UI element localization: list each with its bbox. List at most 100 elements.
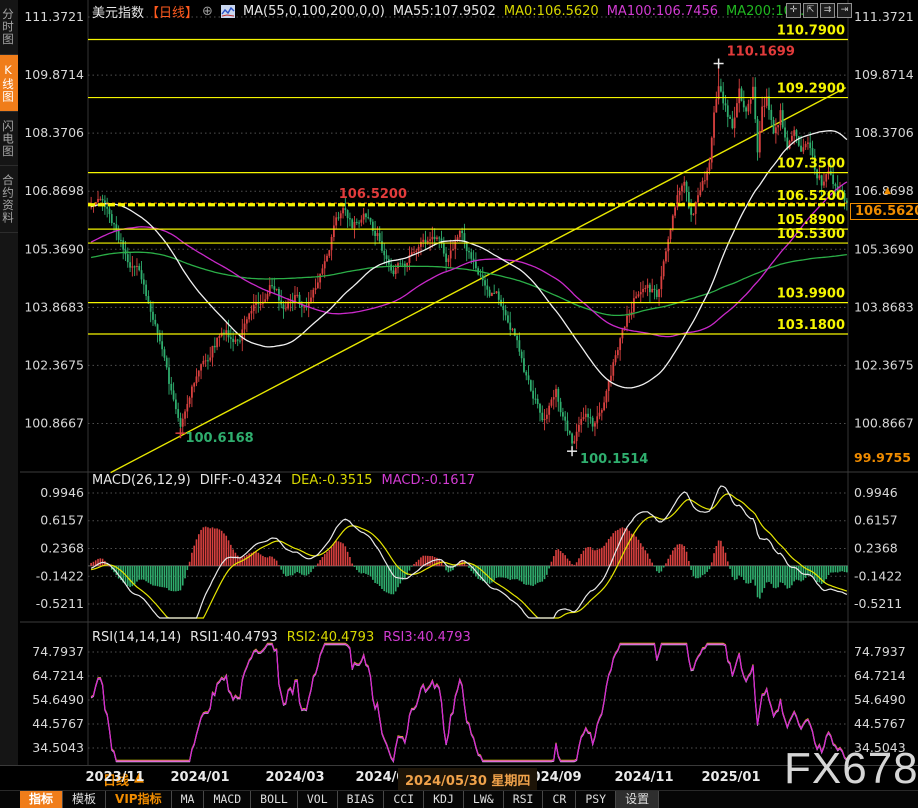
axis-tick-label: 109.8714: [854, 67, 914, 82]
right-axis-labels: 111.3721109.8714108.3706106.8698105.3690…: [854, 9, 914, 465]
axis-tick-label: 54.6490: [32, 692, 84, 707]
diff-line: [91, 486, 847, 618]
rsi3-line: [91, 644, 847, 761]
sidebar-item-flash[interactable]: 闪电图: [0, 112, 18, 167]
toolbar-item-rsi[interactable]: RSI: [504, 791, 544, 808]
toolbar-item-vol[interactable]: VOL: [298, 791, 338, 808]
macd-dea-readout: DEA:-0.3515: [291, 473, 372, 488]
axis-tick-label: 64.7214: [32, 668, 84, 683]
toolbar-item-cci[interactable]: CCI: [384, 791, 424, 808]
ma100-readout: MA100:106.7456: [607, 4, 718, 19]
rsi3-series: [91, 644, 847, 761]
sidebar-item-contract-info[interactable]: 合约资料: [0, 166, 18, 233]
chart-style-icon[interactable]: [221, 5, 235, 18]
toolbar-item-boll[interactable]: BOLL: [251, 791, 298, 808]
left-axis-labels: 111.3721109.8714108.3706106.8698105.3690…: [24, 9, 84, 431]
macd-pane-header: MACD(26,12,9) DIFF:-0.4324 DEA:-0.3515 M…: [92, 473, 475, 488]
date-label: 2024/03: [265, 770, 324, 785]
rsi-params-label: RSI(14,14,14): [92, 630, 181, 645]
axis-tick-label: 103.8683: [24, 299, 84, 314]
level-label: 109.2900: [777, 82, 845, 97]
axis-tick-label: 0.9946: [854, 485, 898, 500]
price-levels: 110.7900109.2900107.3500106.5200105.8900…: [88, 24, 848, 334]
chart-tool-icons: ✛ ⇱ ⇉ ⇥: [786, 3, 852, 18]
sidebar-item-kline[interactable]: K线图: [0, 55, 18, 112]
level-label: 105.8900: [777, 213, 845, 228]
axis-scale-right-icon[interactable]: ⇉: [820, 3, 835, 18]
axis-tick-label: 111.3721: [24, 9, 84, 24]
axis-scale-left-icon[interactable]: ⇱: [803, 3, 818, 18]
sidebar-item-timeline[interactable]: 分时图: [0, 0, 18, 55]
add-indicator-icon[interactable]: ⊕: [202, 4, 213, 19]
toolbar-item-cr[interactable]: CR: [543, 791, 576, 808]
toolbar-item-kdj[interactable]: KDJ: [424, 791, 464, 808]
toolbar-item-ma[interactable]: MA: [172, 791, 205, 808]
axis-tick-label: -0.5211: [36, 596, 84, 611]
ma55-readout: MA55:107.9502: [393, 4, 496, 19]
level-label: 103.9900: [777, 287, 845, 302]
rsi2-readout: RSI2:40.4793: [287, 630, 375, 645]
axis-tick-label: 102.3675: [24, 357, 84, 372]
axis-tick-label: 100.8667: [854, 416, 914, 431]
axis-tick-label: 111.3721: [854, 9, 914, 24]
axis-tick-label: 0.2368: [40, 541, 84, 556]
axis-tick-label: 108.3706: [854, 125, 914, 140]
macd-diff-readout: DIFF:-0.4324: [200, 473, 282, 488]
axis-tick-label: 0.2368: [854, 541, 898, 556]
date-label: 2024/01: [170, 770, 229, 785]
chart-canvas[interactable]: 111.3721109.8714108.3706106.8698105.3690…: [0, 0, 918, 765]
date-label: 2024/11: [614, 770, 673, 785]
toolbar-item-lwr[interactable]: LW&: [464, 791, 504, 808]
trendline: [111, 88, 846, 473]
price-annotation: 110.1699: [727, 45, 795, 60]
annotations: 110.1699106.5200100.6168100.1514: [175, 45, 794, 468]
period-tag[interactable]: 【日线】: [146, 2, 198, 21]
crosshair-icon[interactable]: ✛: [786, 3, 801, 18]
chart-header: 美元指数 【日线】 ⊕ MA(55,0,100,200,0,0) MA55:10…: [92, 2, 813, 21]
axis-tick-label: 0.6157: [854, 513, 898, 528]
crosshair-date-tooltip: 2024/05/30 星期四: [398, 768, 537, 791]
axis-tick-label: -0.1422: [854, 568, 902, 583]
axis-shift-icon[interactable]: ⇥: [837, 3, 852, 18]
last-price-badge: 106.5620: [850, 203, 918, 220]
rsi-pane-header: RSI(14,14,14) RSI1:40.4793 RSI2:40.4793 …: [92, 630, 471, 645]
view-sidebar: 分时图 K线图 闪电图 合约资料: [0, 0, 18, 765]
price-annotation: 100.6168: [185, 431, 253, 446]
ma-params-label: MA(55,0,100,200,0,0): [243, 4, 385, 19]
level-label: 103.1800: [777, 318, 845, 333]
level-label: 105.5300: [777, 227, 845, 242]
axis-tick-label: -0.1422: [36, 568, 84, 583]
ma55-series: [91, 131, 847, 388]
toolbar-item-templates[interactable]: 模板: [63, 791, 106, 808]
level-label: 106.5200: [777, 189, 845, 204]
rsi1-series: [91, 645, 847, 762]
price-up-marker: ▲: [884, 187, 891, 196]
diff-series: [91, 486, 847, 618]
main-grid: [88, 17, 848, 424]
axis-tick-label: 108.3706: [24, 125, 84, 140]
axis-tick-label: 109.8714: [24, 67, 84, 82]
fx678-watermark: FX678: [784, 744, 918, 794]
level-label: 107.3500: [777, 157, 845, 172]
axis-tick-label: 54.6490: [854, 692, 906, 707]
axis-tick-label: 74.7937: [32, 644, 84, 659]
axis-tick-label: 34.5043: [32, 740, 84, 755]
symbol-title: 美元指数: [92, 2, 144, 21]
toolbar-item-bias[interactable]: BIAS: [338, 791, 385, 808]
axis-tick-label: 74.7937: [854, 644, 906, 659]
toolbar-item-psy[interactable]: PSY: [576, 791, 616, 808]
axis-tick-label: 44.5767: [32, 716, 84, 731]
axis-tick-label: 102.3675: [854, 357, 914, 372]
date-label: 2025/01: [701, 770, 760, 785]
toolbar-item-indicators[interactable]: 指标: [20, 791, 63, 808]
axis-tick-label: 0.9946: [40, 485, 84, 500]
toolbar-item-macd[interactable]: MACD: [204, 791, 251, 808]
toolbar-item-vip-indicators[interactable]: VIP指标: [106, 791, 172, 808]
axis-tick-label: 103.8683: [854, 299, 914, 314]
axis-tick-label: 105.3690: [854, 241, 914, 256]
dea-line: [91, 494, 847, 618]
axis-tick-label: -0.5211: [854, 596, 902, 611]
ma200-series: [91, 252, 847, 315]
toolbar-item-settings[interactable]: 设置: [616, 791, 659, 808]
axis-tick-label: 0.6157: [40, 513, 84, 528]
